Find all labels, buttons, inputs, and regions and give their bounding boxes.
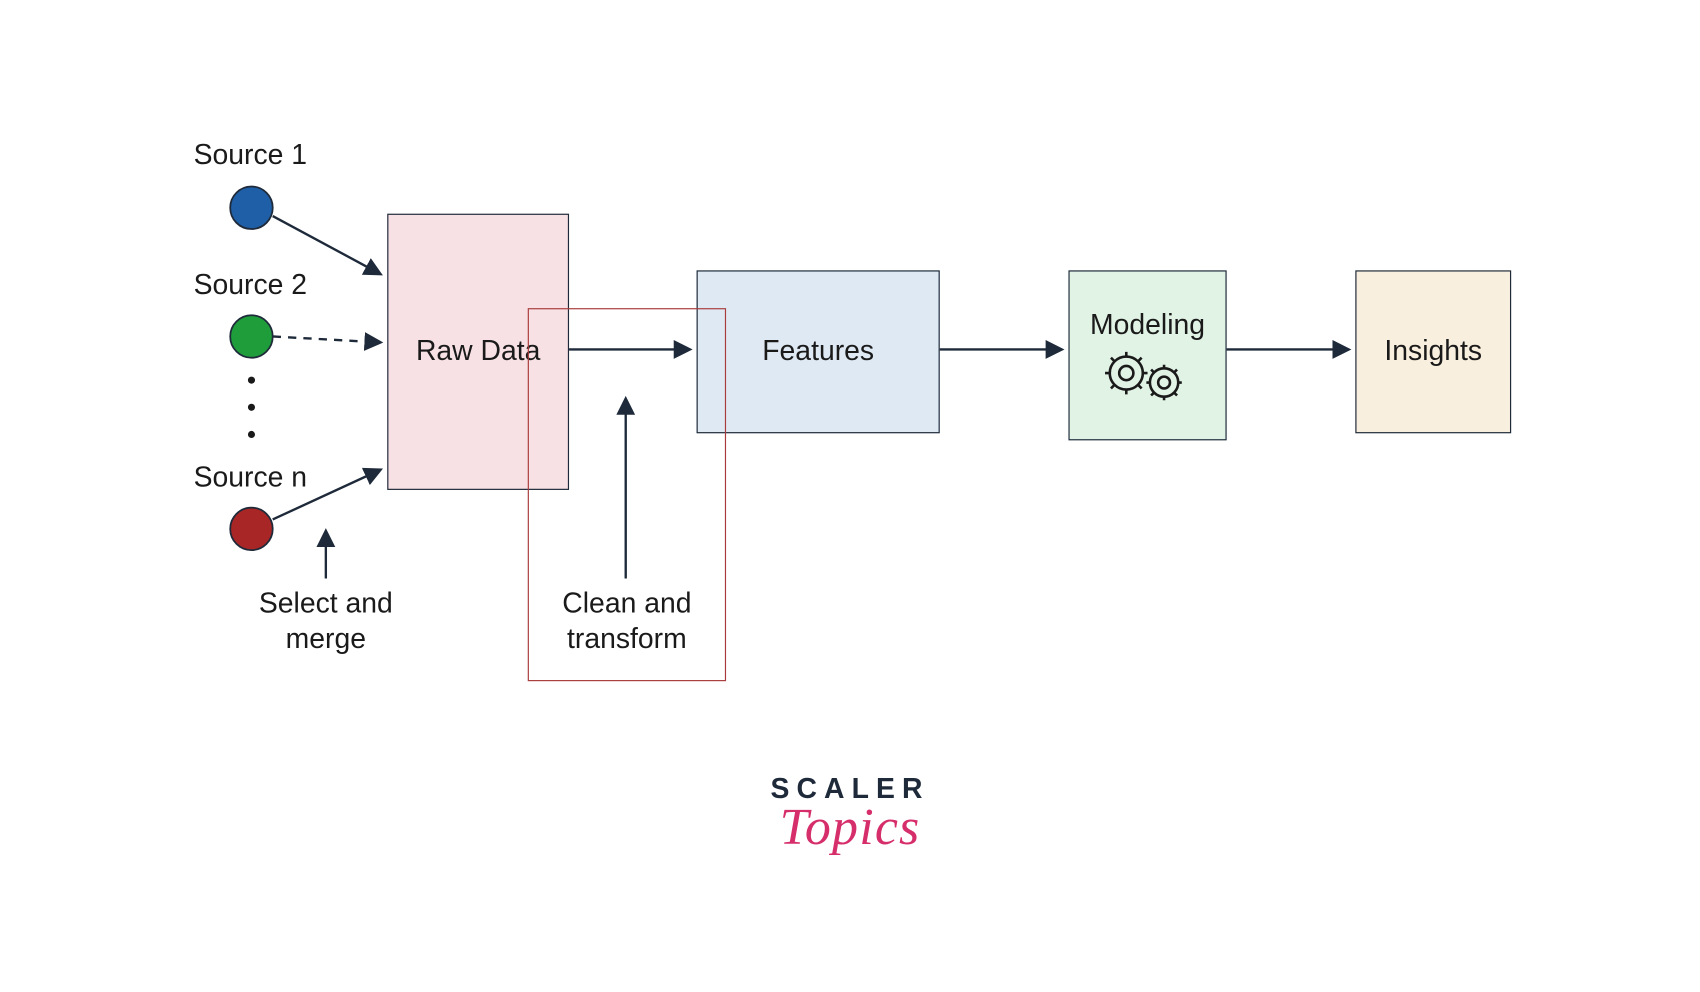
diagram-canvas: Source 1 Source 2 Source n Raw Data Feat… bbox=[0, 0, 1700, 991]
source-2-dot bbox=[230, 315, 273, 358]
raw-data-text: Raw Data bbox=[416, 335, 540, 368]
diagram-inner: Source 1 Source 2 Source n Raw Data Feat… bbox=[0, 0, 1700, 992]
source-1-dot bbox=[230, 187, 273, 230]
clean-transform-l2: transform bbox=[555, 622, 699, 657]
arrow-s1-raw bbox=[273, 216, 380, 274]
modeling-box: Modeling bbox=[1068, 270, 1226, 440]
arrow-s2-raw-dashed bbox=[273, 336, 380, 342]
source-n-label: Source n bbox=[194, 462, 307, 495]
features-text: Features bbox=[762, 335, 874, 368]
gears-icon bbox=[1100, 349, 1194, 409]
select-merge-l2: merge bbox=[253, 622, 399, 657]
insights-box: Insights bbox=[1355, 270, 1511, 433]
source-2-label: Source 2 bbox=[194, 269, 307, 302]
insights-text: Insights bbox=[1384, 335, 1482, 368]
scaler-topics-logo: SCALER Topics bbox=[756, 773, 945, 857]
clean-transform-l1: Clean and bbox=[555, 587, 699, 622]
clean-transform-label: Clean and transform bbox=[555, 587, 699, 658]
logo-bottom-text: Topics bbox=[756, 797, 945, 857]
source-1-label: Source 1 bbox=[194, 139, 307, 172]
modeling-text: Modeling bbox=[1090, 309, 1205, 342]
source-n-dot bbox=[230, 508, 273, 551]
select-merge-label: Select and merge bbox=[253, 587, 399, 658]
select-merge-l1: Select and bbox=[253, 587, 399, 622]
features-box: Features bbox=[697, 270, 940, 433]
